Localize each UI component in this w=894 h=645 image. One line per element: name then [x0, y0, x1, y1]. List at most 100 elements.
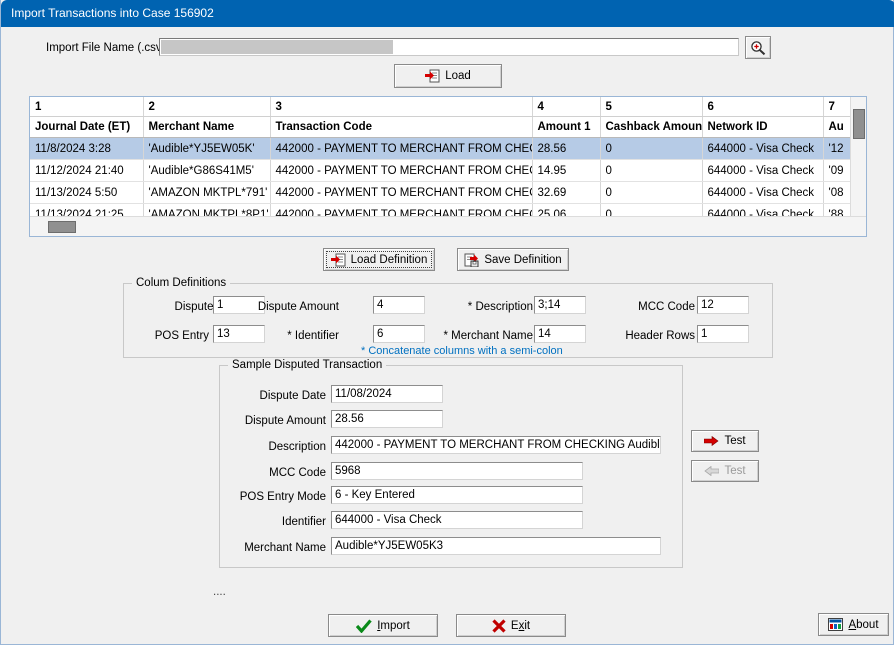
load-definition-button[interactable]: Load Definition	[323, 248, 435, 271]
load-button-label: Load	[445, 70, 471, 82]
table-row[interactable]: 11/13/2024 5:50 'AMAZON MKTPL*791' 442000 …	[30, 181, 866, 204]
save-definition-label: Save Definition	[484, 253, 562, 266]
import-file-name-input[interactable]	[159, 38, 739, 56]
sample-label-pos-entry-mode: POS Entry Mode	[239, 491, 326, 503]
coldef-input-header-rows[interactable]: 1	[697, 325, 749, 343]
arrow-left-icon	[704, 466, 720, 476]
grid-column-number-1[interactable]: 1	[30, 97, 144, 117]
load-file-icon	[425, 69, 440, 83]
load-definition-label: Load Definition	[350, 253, 428, 266]
grid-horizontal-scrollbar[interactable]	[30, 216, 866, 236]
grid-column-number-6[interactable]: 6	[702, 97, 824, 117]
grid-cell-r2-c5[interactable]: 0	[600, 159, 703, 182]
coldef-label-dispute-amount: Dispute Amount	[257, 301, 339, 313]
transactions-table: 1 2 3 4 5 6 7 Journal Date (ET) Merchant Name Tra…	[30, 97, 866, 226]
magnifier-plus-icon	[751, 41, 766, 56]
about-rest-letters: bout	[856, 618, 879, 631]
grid-cell-r2-c2[interactable]: 'Audible*G86S41M5'	[143, 159, 271, 182]
import-file-name-label: Import File Name (.csv)	[46, 42, 166, 54]
grid-vertical-scroll-thumb[interactable]	[853, 109, 865, 139]
grid-cell-r1-c2[interactable]: 'Audible*YJ5EW05K'	[143, 137, 271, 160]
grid-cell-r3-c3[interactable]: 442000 - PAYMENT TO MERCHANT FROM CHECKI…	[270, 181, 533, 204]
about-icon	[828, 618, 844, 631]
grid-column-number-row: 1234567	[30, 97, 866, 117]
sample-label-dispute-date: Dispute Date	[259, 390, 326, 402]
load-definition-icon	[330, 253, 346, 267]
grid-cell-r3-c2[interactable]: 'AMAZON MKTPL*791'	[143, 181, 271, 204]
save-definition-button[interactable]: Save Definition	[457, 248, 569, 271]
grid-header-cell-4[interactable]: Amount 1	[532, 116, 601, 138]
sample-input-dispute-date[interactable]: 11/08/2024	[331, 385, 443, 403]
grid-horizontal-scroll-thumb[interactable]	[48, 221, 76, 233]
exit-button[interactable]: Exit	[456, 614, 566, 637]
grid-column-number-4[interactable]: 4	[532, 97, 601, 117]
test-back-button[interactable]: Test	[691, 460, 759, 482]
grid-cell-r1-c4[interactable]: 28.56	[532, 137, 601, 160]
browse-file-button[interactable]	[745, 36, 771, 59]
grid-cell-r3-c4[interactable]: 32.69	[532, 181, 601, 204]
import-rest-letters: mport	[380, 619, 410, 632]
grid-column-number-3[interactable]: 3	[270, 97, 533, 117]
test-forward-button[interactable]: Test	[691, 430, 759, 452]
grid-cell-r2-c1[interactable]: 11/12/2024 21:40	[30, 159, 144, 182]
sample-transaction-title: Sample Disputed Transaction	[228, 359, 387, 371]
import-transactions-window: Import Transactions into Case 156902 Imp…	[0, 0, 894, 645]
grid-cell-r1-c6[interactable]: 644000 - Visa Check	[702, 137, 824, 160]
sample-label-description: Description	[268, 441, 326, 453]
exit-first-letter: E	[510, 619, 519, 632]
import-button-label: Import	[377, 620, 410, 632]
ellipsis-text: ....	[213, 586, 226, 598]
coldef-label-mcc-code: MCC Code	[638, 301, 695, 313]
grid-cell-r2-c3[interactable]: 442000 - PAYMENT TO MERCHANT FROM CHECKI…	[270, 159, 533, 182]
about-accel-letter: A	[848, 618, 857, 631]
green-check-icon	[356, 618, 372, 633]
grid-cell-r3-c6[interactable]: 644000 - Visa Check	[702, 181, 824, 204]
column-definitions-title: Colum Definitions	[132, 277, 231, 289]
sample-label-mcc-code: MCC Code	[269, 467, 326, 479]
arrow-right-icon	[704, 436, 719, 446]
sample-input-identifier[interactable]: 644000 - Visa Check	[331, 511, 583, 529]
about-button-label: About	[848, 619, 878, 631]
about-button[interactable]: About	[818, 613, 889, 636]
grid-cell-r2-c6[interactable]: 644000 - Visa Check	[702, 159, 824, 182]
title-bar: Import Transactions into Case 156902	[1, 0, 894, 27]
grid-cell-r1-c3[interactable]: 442000 - PAYMENT TO MERCHANT FROM CHECKI…	[270, 137, 533, 160]
exit-rest-letters: it	[524, 619, 531, 632]
table-row[interactable]: 11/8/2024 3:28 'Audible*YJ5EW05K' 442000 -…	[30, 137, 866, 160]
table-row[interactable]: 11/12/2024 21:40 'Audible*G86S41M5' 442000…	[30, 159, 866, 182]
grid-header-cell-5[interactable]: Cashback Amount	[600, 116, 703, 138]
grid-header-cell-6[interactable]: Network ID	[702, 116, 824, 138]
grid-cell-r3-c5[interactable]: 0	[600, 181, 703, 204]
grid-cell-r3-c1[interactable]: 11/13/2024 5:50	[30, 181, 144, 204]
exit-button-label: Exit	[511, 620, 530, 632]
grid-header-cell-1[interactable]: Journal Date (ET)	[30, 116, 144, 138]
sample-label-dispute-amount: Dispute Amount	[244, 415, 326, 427]
sample-input-dispute-amount[interactable]: 28.56	[331, 410, 443, 428]
test-back-label: Test	[724, 465, 746, 477]
coldef-input-mcc-code[interactable]: 12	[697, 296, 749, 314]
grid-header-cell-3[interactable]: Transaction Code	[270, 116, 533, 138]
coldef-input-pos-entry-mode[interactable]: 13	[213, 325, 265, 343]
import-button[interactable]: Import	[328, 614, 438, 637]
sample-input-merchant-name[interactable]: Audible*YJ5EW05K3	[331, 537, 661, 555]
grid-header-row: Journal Date (ET) Merchant Name Transactio…	[30, 116, 866, 138]
coldef-label-description: * Description	[467, 301, 533, 313]
coldef-label-header-rows: Header Rows	[625, 330, 695, 342]
transactions-grid[interactable]: 1 2 3 4 5 6 7 Journal Date (ET) Merchant Name Tra…	[29, 96, 867, 237]
load-button[interactable]: Load	[394, 64, 502, 88]
grid-column-number-2[interactable]: 2	[143, 97, 271, 117]
grid-vertical-scrollbar[interactable]	[850, 97, 866, 222]
window-title: Import Transactions into Case 156902	[11, 6, 214, 20]
grid-cell-r2-c4[interactable]: 14.95	[532, 159, 601, 182]
sample-input-pos-entry-mode[interactable]: 6 - Key Entered	[331, 486, 583, 504]
sample-input-description[interactable]: 442000 - PAYMENT TO MERCHANT FROM CHECKI…	[331, 436, 661, 454]
grid-cell-r1-c1[interactable]: 11/8/2024 3:28	[30, 137, 144, 160]
coldef-label-identifier: * Identifier	[287, 330, 339, 342]
grid-cell-r1-c5[interactable]: 0	[600, 137, 703, 160]
import-file-name-selection	[161, 40, 393, 54]
grid-column-number-5[interactable]: 5	[600, 97, 703, 117]
sample-label-identifier: Identifier	[281, 516, 326, 528]
grid-header-cell-2[interactable]: Merchant Name	[143, 116, 271, 138]
sample-input-mcc-code[interactable]: 5968	[331, 462, 583, 480]
test-forward-label: Test	[724, 435, 746, 447]
